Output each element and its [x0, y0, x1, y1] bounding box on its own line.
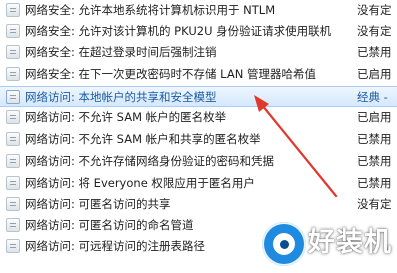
policy-row[interactable]: 网络访问: 不允许 SAM 帐户的匿名枚举 已启用	[0, 107, 397, 128]
policy-icon	[6, 110, 20, 124]
policy-setting: 已禁用	[357, 154, 392, 168]
policy-row[interactable]: 网络访问: 可匿名访问的共享 没有定	[0, 194, 397, 215]
policy-icon	[6, 3, 20, 17]
policy-name: 网络访问: 将 Everyone 权限应用于匿名用户	[25, 176, 255, 190]
policy-name: 网络安全: 允许对该计算机的 PKU2U 身份验证请求使用联机	[25, 24, 332, 38]
watermark-text: 好装机	[308, 227, 392, 258]
policy-setting: 经典 -	[357, 90, 388, 104]
policy-icon	[6, 239, 20, 253]
policy-icon	[6, 197, 20, 211]
policy-name: 网络安全: 在超过登录时间后强制注销	[25, 45, 217, 59]
policy-row[interactable]: 网络安全: 在超过登录时间后强制注销 已禁用	[0, 42, 397, 63]
policy-setting: 已启用	[357, 67, 392, 81]
policy-name: 网络安全: 允许本地系统将计算机标识用于 NTLM	[25, 3, 276, 17]
policy-name: 网络访问: 不允许 SAM 帐户和共享的匿名枚举	[25, 132, 261, 146]
policy-row[interactable]: 网络安全: 允许对该计算机的 PKU2U 身份验证请求使用联机 没有定	[0, 21, 397, 42]
eye-logo-icon	[262, 222, 306, 266]
policy-setting: 没有定	[357, 197, 392, 211]
policy-row[interactable]: 网络访问: 将 Everyone 权限应用于匿名用户 已禁用	[0, 173, 397, 194]
policy-icon	[6, 90, 20, 104]
policy-row[interactable]: 网络访问: 不允许存储网络身份验证的密码和凭据 已禁用	[0, 151, 397, 172]
policy-icon	[6, 67, 20, 81]
policy-icon	[6, 154, 20, 168]
policy-icon	[6, 45, 20, 59]
policy-setting: 已禁用	[357, 176, 392, 190]
policy-setting: 已禁用	[357, 45, 392, 59]
policy-icon	[6, 24, 20, 38]
policy-name: 网络访问: 不允许存储网络身份验证的密码和凭据	[25, 154, 275, 168]
policy-setting: 没有定	[357, 3, 392, 17]
policy-setting: 已启用	[357, 110, 392, 124]
policy-icon	[6, 132, 20, 146]
policy-row-selected[interactable]: 网络访问: 本地帐户的共享和安全模型 经典 -	[0, 86, 397, 107]
policy-name: 网络访问: 不允许 SAM 帐户的匿名枚举	[25, 110, 227, 124]
policy-name: 网络访问: 可匿名访问的共享	[25, 197, 171, 211]
policy-row[interactable]: 网络安全: 允许本地系统将计算机标识用于 NTLM 没有定	[0, 0, 397, 21]
policy-name: 网络安全: 在下一次更改密码时不存储 LAN 管理器哈希值	[25, 67, 316, 81]
policy-name: 网络访问: 本地帐户的共享和安全模型	[25, 90, 217, 104]
policy-setting: 没有定	[357, 24, 392, 38]
policy-row[interactable]: 网络安全: 在下一次更改密码时不存储 LAN 管理器哈希值 已启用	[0, 64, 397, 85]
policy-icon	[6, 176, 20, 190]
policy-setting: 已禁用	[357, 132, 392, 146]
policy-row[interactable]: 网络访问: 不允许 SAM 帐户和共享的匿名枚举 已禁用	[0, 129, 397, 150]
policy-icon	[6, 218, 20, 232]
watermark: 好装机	[262, 220, 397, 273]
